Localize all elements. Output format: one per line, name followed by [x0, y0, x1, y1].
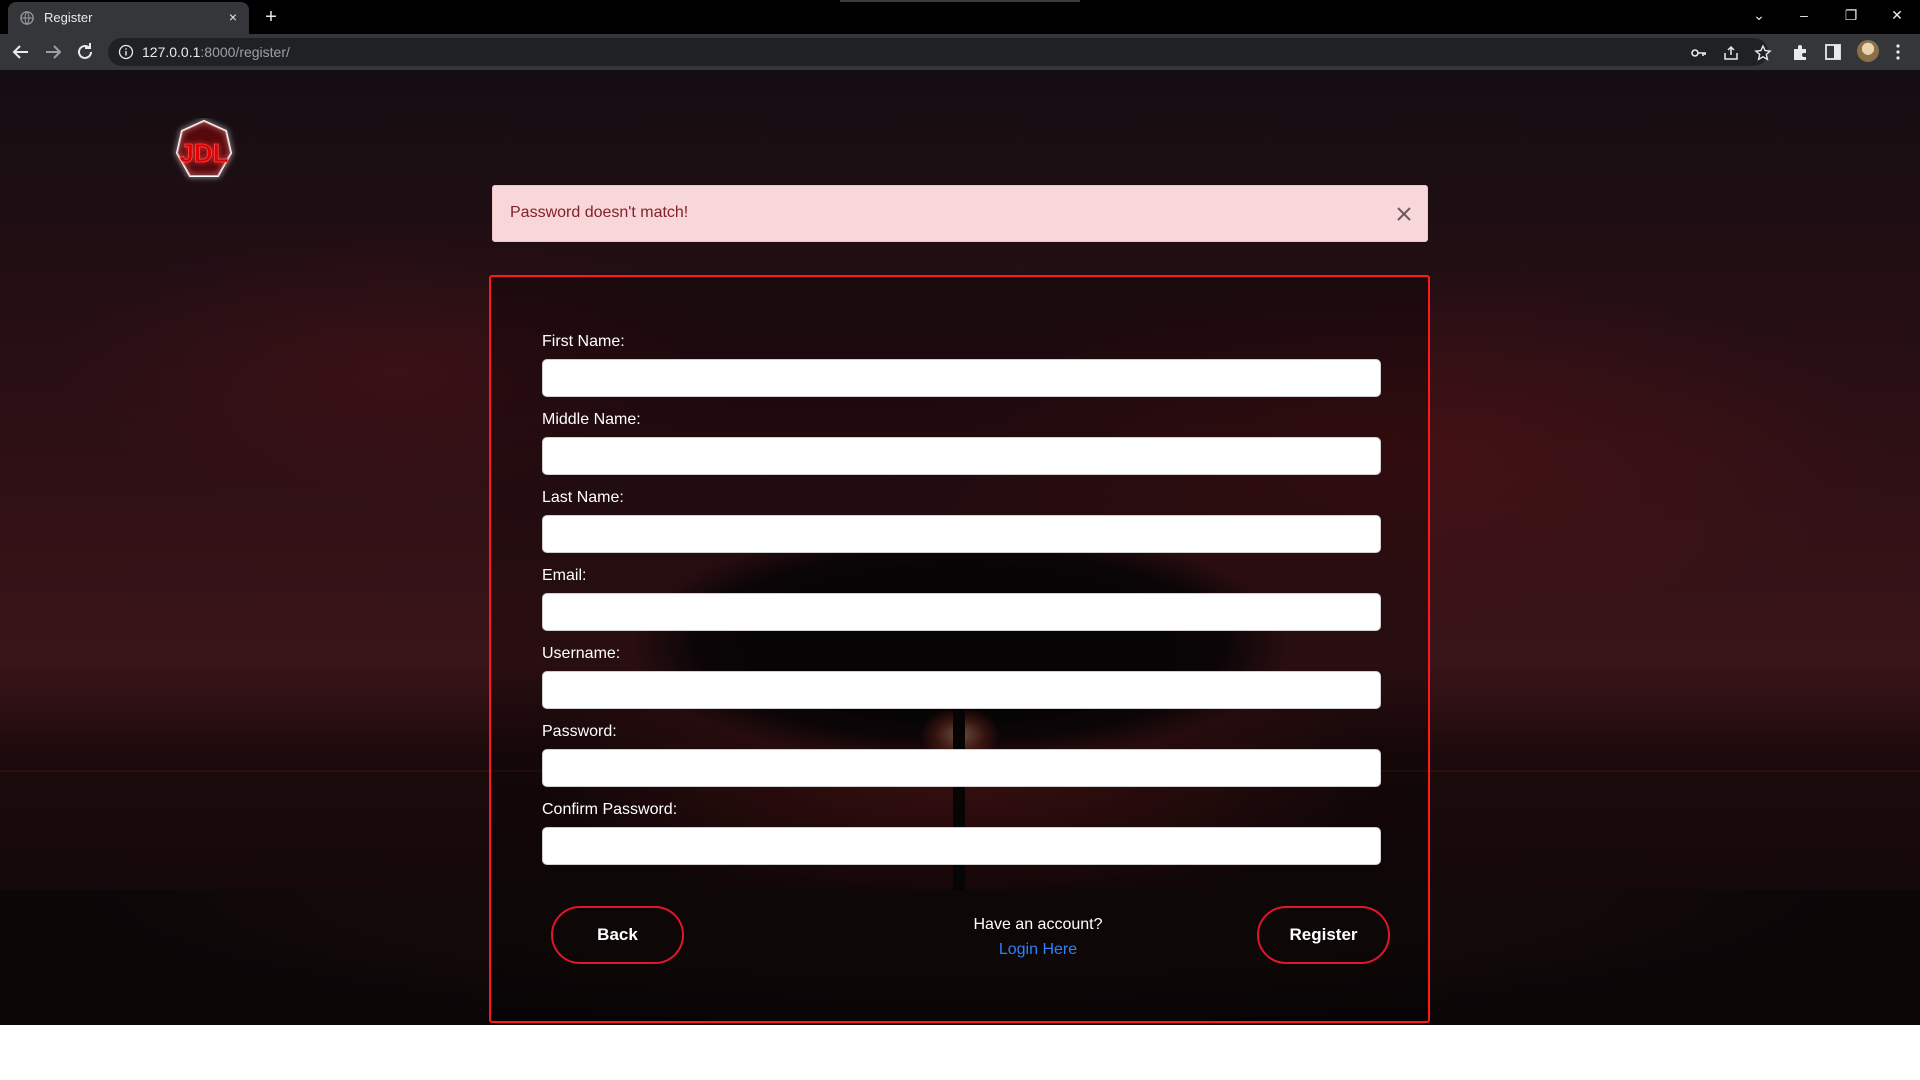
register-button[interactable]: Register: [1257, 906, 1390, 964]
more-menu-icon[interactable]: [1888, 42, 1908, 62]
back-button[interactable]: Back: [551, 906, 684, 964]
error-alert: Password doesn't match!: [492, 185, 1428, 242]
email-label: Email:: [542, 567, 587, 584]
tab-title: Register: [44, 10, 93, 25]
address-bar[interactable]: 127.0.0.1:8000/register/: [108, 38, 1772, 66]
jdl-logo: JDL: [175, 119, 233, 177]
forward-arrow-icon[interactable]: [41, 40, 65, 64]
last-name-label: Last Name:: [542, 489, 624, 506]
browser-toolbar: 127.0.0.1:8000/register/: [0, 34, 1920, 70]
close-icon[interactable]: [1393, 203, 1415, 225]
last-name-input[interactable]: [542, 515, 1381, 553]
reload-icon[interactable]: [73, 40, 97, 64]
minimize-button[interactable]: –: [1781, 2, 1827, 28]
password-input[interactable]: [542, 749, 1381, 787]
tab-strip: Register × + ⌄ – ❐ ✕: [0, 0, 1920, 34]
info-icon[interactable]: [118, 44, 134, 60]
globe-icon: [20, 11, 34, 25]
have-account-text: Have an account?: [973, 916, 1103, 933]
restore-button[interactable]: ❐: [1828, 2, 1874, 28]
new-tab-button[interactable]: +: [260, 6, 282, 28]
url-path: :8000/register/: [200, 44, 290, 60]
profile-avatar[interactable]: [1857, 40, 1879, 62]
username-label: Username:: [542, 645, 621, 662]
extensions-puzzle-icon[interactable]: [1791, 42, 1811, 62]
register-page: JDL Password doesn't match! First Name: …: [0, 70, 1920, 1025]
url-text: 127.0.0.1:8000/register/: [142, 44, 290, 60]
password-label: Password:: [542, 723, 617, 740]
register-form: First Name: Middle Name: Last Name: Emai…: [489, 275, 1430, 1023]
back-arrow-icon[interactable]: [9, 40, 33, 64]
confirm-password-label: Confirm Password:: [542, 801, 678, 818]
logo-text: JDL: [179, 138, 228, 168]
middle-name-label: Middle Name:: [542, 411, 641, 428]
close-window-button[interactable]: ✕: [1874, 2, 1920, 28]
url-host: 127.0.0.1: [142, 44, 201, 60]
username-input[interactable]: [542, 671, 1381, 709]
bookmark-star-icon[interactable]: [1754, 44, 1772, 62]
login-link[interactable]: Login Here: [938, 941, 1138, 959]
close-tab-icon[interactable]: ×: [224, 8, 242, 26]
key-icon[interactable]: [1690, 44, 1708, 62]
confirm-password-input[interactable]: [542, 827, 1381, 865]
email-input[interactable]: [542, 593, 1381, 631]
tab-search-button[interactable]: ⌄: [1736, 2, 1782, 28]
browser-chrome: Register × + ⌄ – ❐ ✕ 127.0.0.1:8000/regi…: [0, 0, 1920, 70]
tab-strip-indicator: [840, 0, 1080, 2]
first-name-label: First Name:: [542, 333, 625, 350]
side-panel-icon[interactable]: [1823, 42, 1843, 62]
first-name-input[interactable]: [542, 359, 1381, 397]
middle-name-input[interactable]: [542, 437, 1381, 475]
share-icon[interactable]: [1722, 44, 1740, 62]
tab-register[interactable]: Register ×: [8, 2, 249, 34]
alert-message: Password doesn't match!: [510, 204, 689, 221]
